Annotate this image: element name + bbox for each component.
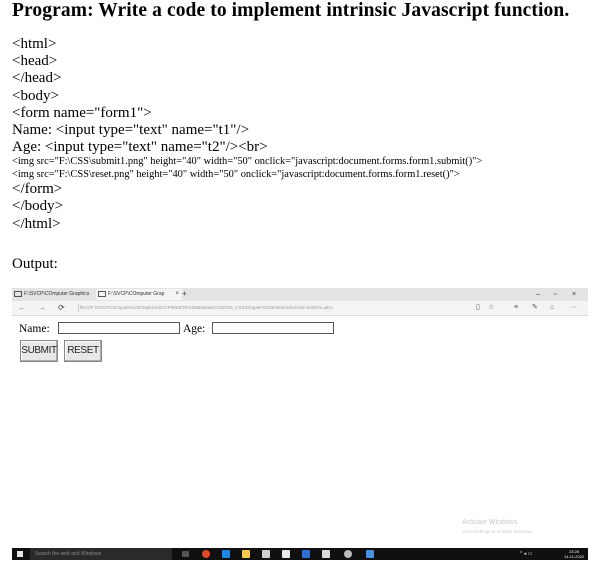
age-label: Age: [183, 323, 206, 335]
system-tray-icons[interactable]: ^ ◂ ▭ [520, 548, 532, 560]
tab-label: F:\SVCP\COmputer Graphics [24, 291, 90, 297]
close-icon[interactable]: × [572, 288, 576, 301]
minimize-icon[interactable]: – [536, 288, 540, 301]
reading-view-icon[interactable]: ▯ [476, 301, 480, 315]
refresh-icon[interactable]: ⟳ [58, 301, 65, 315]
code-line: </form> [12, 181, 63, 198]
address-bar: ← → ⟳ file:///F:/SVCP/COmputer%20Graphic… [12, 301, 588, 316]
chrome-icon[interactable] [202, 550, 210, 558]
output-label: Output: [12, 256, 58, 272]
new-tab-button[interactable]: + [182, 288, 187, 300]
more-icon[interactable]: ··· [570, 301, 577, 315]
file-explorer-icon[interactable] [242, 550, 250, 558]
submit-button[interactable]: SUBMIT [20, 340, 58, 362]
age-input[interactable] [212, 322, 334, 334]
code-line: </body> [12, 198, 64, 215]
hub-icon[interactable]: ≡ [514, 301, 518, 315]
page-icon [98, 290, 106, 297]
word-icon[interactable] [302, 550, 310, 558]
tab-strip: F:\SVCP\COmputer Graphics F:\SVCP\COmput… [12, 288, 588, 301]
name-label: Name: [19, 323, 50, 335]
code-line: <img src="F:\CSS\submit1.png" height="40… [12, 156, 483, 168]
windows-start-icon[interactable] [17, 551, 23, 557]
code-line: </head> [12, 70, 62, 87]
code-line: Name: <input type="text" name="t1"/> [12, 122, 250, 139]
tab-close-icon[interactable]: × [175, 289, 179, 300]
page-title: Program: Write a code to implement intri… [12, 0, 570, 21]
maximize-icon[interactable]: ▫ [554, 288, 556, 301]
activation-watermark-subtitle: Go to Settings to activate Windows. [462, 529, 534, 534]
share-icon[interactable]: ⌂ [550, 301, 554, 315]
forward-icon[interactable]: → [38, 301, 46, 315]
app-icon[interactable] [366, 550, 374, 558]
app-icon[interactable] [322, 550, 330, 558]
back-icon[interactable]: ← [18, 301, 26, 315]
edge-icon[interactable] [222, 550, 230, 558]
page-content: Name: Age: SUBMIT RESET [12, 316, 588, 548]
activation-watermark-title: Activate Windows [462, 519, 518, 526]
code-line: <body> [12, 87, 59, 104]
code-line: Age: <input type="text" name="t2"/><br> [12, 139, 268, 156]
code-listing: <html> <head> </head> <body> <form name=… [12, 36, 482, 233]
code-line: <img src="F:\CSS\reset.png" height="40" … [12, 168, 460, 180]
web-note-icon[interactable]: ✎ [532, 301, 538, 315]
paint-icon[interactable] [344, 550, 352, 558]
taskbar-clock[interactable]: 23:28 14-11-2022 [564, 549, 584, 559]
browser-screenshot: F:\SVCP\COmputer Graphics F:\SVCP\COmput… [12, 288, 588, 564]
divider [78, 304, 79, 312]
code-line: <form name="form1"> [12, 104, 152, 121]
taskbar-search-input[interactable]: Search the web and Windows [30, 548, 172, 560]
reset-button[interactable]: RESET [64, 340, 102, 362]
app-icon[interactable] [282, 550, 290, 558]
tab-active[interactable]: F:\SVCP\COmputer Grap × [96, 289, 182, 300]
taskbar: Search the web and Windows ^ ◂ ▭ 23:28 1… [12, 548, 588, 560]
code-line: </html> [12, 215, 61, 232]
name-input[interactable] [58, 322, 180, 334]
page-icon [14, 290, 22, 297]
code-line: <html> [12, 36, 57, 52]
store-icon[interactable] [262, 550, 270, 558]
clock-date: 14-11-2022 [564, 554, 585, 559]
url-field[interactable]: file:///F:/SVCP/COmputer%20Graphics/SVCP… [80, 301, 460, 315]
code-line: <head> [12, 53, 58, 70]
favorite-star-icon[interactable]: ☆ [488, 301, 494, 315]
tab-inactive[interactable]: F:\SVCP\COmputer Graphics [12, 289, 96, 300]
task-view-icon[interactable] [182, 551, 189, 557]
tab-label: F:\SVCP\COmputer Grap [108, 291, 165, 297]
